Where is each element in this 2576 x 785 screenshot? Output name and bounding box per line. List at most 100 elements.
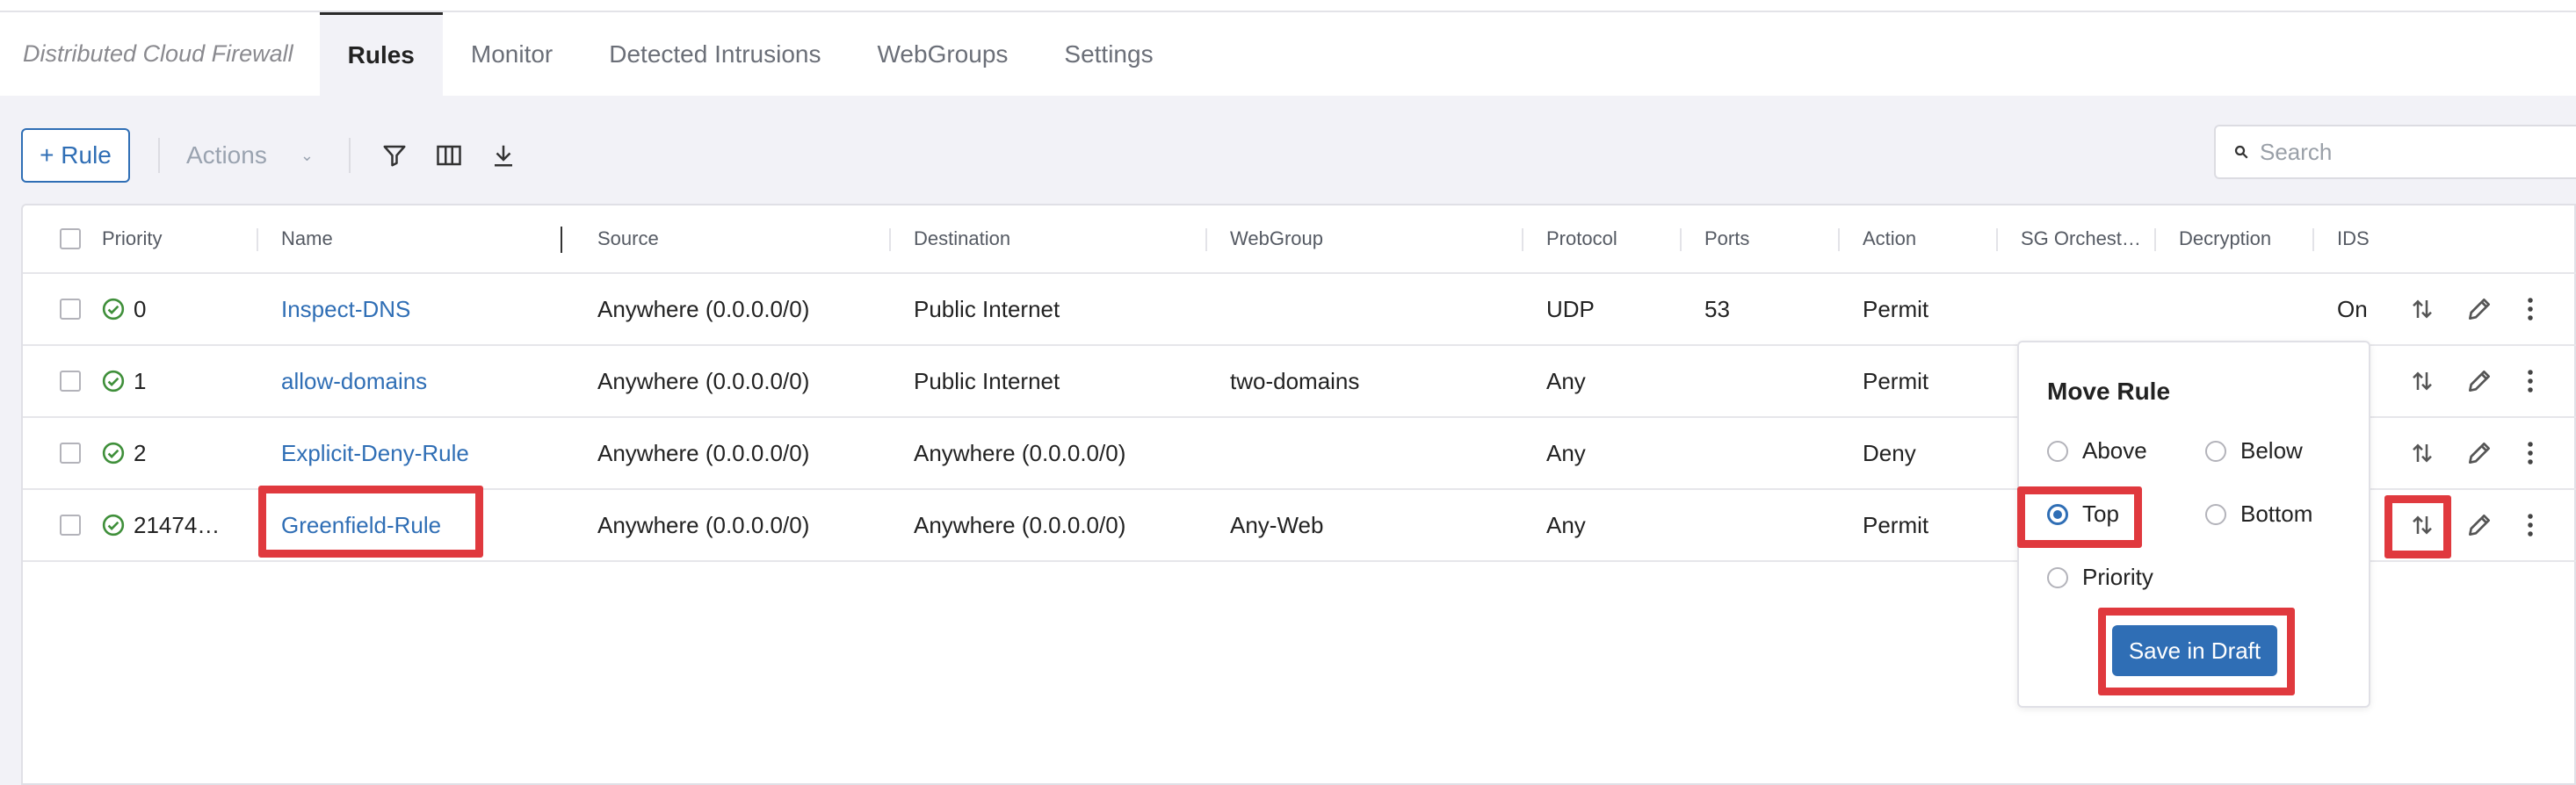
protocol-value: Any bbox=[1546, 511, 1586, 538]
destination-value: Public Internet bbox=[914, 367, 1060, 394]
toolbar-divider bbox=[348, 138, 351, 173]
radio-bottom[interactable]: Bottom bbox=[2205, 501, 2312, 528]
ports-value: 53 bbox=[1704, 295, 1730, 322]
radio-button bbox=[2047, 566, 2068, 588]
ids-value: On bbox=[2337, 295, 2368, 322]
col-name[interactable]: Name bbox=[281, 205, 333, 272]
destination-value: Anywhere (0.0.0.0/0) bbox=[914, 511, 1126, 538]
source-value: Anywhere (0.0.0.0/0) bbox=[597, 295, 810, 322]
move-rule-icon[interactable] bbox=[2409, 274, 2435, 344]
top-border bbox=[0, 0, 2576, 12]
destination-value: Anywhere (0.0.0.0/0) bbox=[914, 439, 1126, 466]
action-value: Permit bbox=[1863, 367, 1929, 394]
source-value: Anywhere (0.0.0.0/0) bbox=[597, 511, 810, 538]
table-row[interactable]: 0 Inspect-DNS Anywhere (0.0.0.0/0) Publi… bbox=[23, 274, 2576, 346]
columns-icon[interactable] bbox=[431, 138, 467, 173]
column-resize-handle[interactable] bbox=[561, 227, 562, 253]
tab-monitor[interactable]: Monitor bbox=[443, 12, 581, 96]
top-nav: Distributed Cloud Firewall Rules Monitor… bbox=[0, 12, 2576, 96]
col-ports[interactable]: Ports bbox=[1704, 205, 1749, 272]
edit-icon[interactable] bbox=[2465, 490, 2493, 560]
download-icon[interactable] bbox=[486, 138, 521, 173]
column-divider bbox=[2154, 228, 2156, 251]
search-icon bbox=[2234, 145, 2248, 159]
tab-settings[interactable]: Settings bbox=[1036, 12, 1181, 96]
column-divider bbox=[1522, 228, 1523, 251]
actions-label: Actions bbox=[186, 141, 267, 169]
select-all-checkbox[interactable] bbox=[60, 228, 81, 249]
webgroup-value: two-domains bbox=[1230, 367, 1360, 394]
chevron-down-icon: ⌄ bbox=[300, 146, 314, 164]
tab-webgroups[interactable]: WebGroups bbox=[850, 12, 1037, 96]
radio-label: Bottom bbox=[2240, 501, 2313, 527]
check-circle-icon bbox=[102, 370, 125, 392]
table-header: Priority Name Source Destination WebGrou… bbox=[23, 205, 2576, 274]
col-source[interactable]: Source bbox=[597, 205, 659, 272]
action-value: Permit bbox=[1863, 295, 1929, 322]
col-decryption[interactable]: Decryption bbox=[2179, 205, 2271, 272]
tab-rules[interactable]: Rules bbox=[319, 12, 443, 96]
column-divider bbox=[2312, 228, 2314, 251]
col-priority[interactable]: Priority bbox=[102, 205, 162, 272]
highlight-box bbox=[258, 486, 483, 558]
more-vertical-icon[interactable] bbox=[2525, 274, 2536, 344]
col-action[interactable]: Action bbox=[1863, 205, 1916, 272]
column-divider bbox=[1996, 228, 1998, 251]
search-placeholder: Search bbox=[2260, 138, 2333, 165]
actions-dropdown[interactable]: Actions ⌄ bbox=[186, 141, 314, 169]
more-vertical-icon[interactable] bbox=[2525, 490, 2536, 560]
radio-label: Above bbox=[2082, 437, 2147, 464]
radio-label: Below bbox=[2240, 437, 2303, 464]
col-ids[interactable]: IDS bbox=[2337, 205, 2370, 272]
col-webgroup[interactable]: WebGroup bbox=[1230, 205, 1323, 272]
col-sg-orchestration[interactable]: SG Orchest… bbox=[2021, 205, 2141, 272]
radio-above[interactable]: Above bbox=[2047, 437, 2147, 465]
radio-priority[interactable]: Priority bbox=[2047, 564, 2153, 591]
priority-value: 0 bbox=[134, 295, 147, 322]
add-rule-button[interactable]: + Rule bbox=[21, 128, 130, 183]
rule-name-link[interactable]: allow-domains bbox=[281, 346, 427, 416]
column-divider bbox=[257, 228, 258, 251]
priority-value: 1 bbox=[134, 367, 147, 394]
tab-detected-intrusions[interactable]: Detected Intrusions bbox=[581, 12, 849, 96]
highlight-box bbox=[2384, 495, 2451, 558]
column-divider bbox=[1205, 228, 1207, 251]
toolbar-divider bbox=[158, 138, 160, 173]
move-rule-icon[interactable] bbox=[2409, 418, 2435, 488]
col-destination[interactable]: Destination bbox=[914, 205, 1010, 272]
protocol-value: UDP bbox=[1546, 295, 1595, 322]
highlight-box bbox=[2017, 486, 2142, 548]
edit-icon[interactable] bbox=[2465, 346, 2493, 416]
rule-name-link[interactable]: Inspect-DNS bbox=[281, 274, 410, 344]
rule-name-link[interactable]: Explicit-Deny-Rule bbox=[281, 418, 469, 488]
check-circle-icon bbox=[102, 442, 125, 465]
row-checkbox[interactable] bbox=[60, 299, 81, 320]
priority-value: 2 bbox=[134, 439, 147, 466]
action-value: Permit bbox=[1863, 511, 1929, 538]
move-rule-icon[interactable] bbox=[2409, 346, 2435, 416]
more-vertical-icon[interactable] bbox=[2525, 418, 2536, 488]
protocol-value: Any bbox=[1546, 439, 1586, 466]
radio-button bbox=[2205, 440, 2226, 462]
row-checkbox[interactable] bbox=[60, 443, 81, 464]
app-title: Distributed Cloud Firewall bbox=[23, 40, 293, 67]
filter-icon[interactable] bbox=[377, 138, 412, 173]
row-checkbox[interactable] bbox=[60, 515, 81, 536]
toolbar: + Rule Actions ⌄ bbox=[21, 128, 2576, 183]
search-input[interactable]: Search bbox=[2214, 125, 2576, 179]
radio-button bbox=[2047, 440, 2068, 462]
more-vertical-icon[interactable] bbox=[2525, 346, 2536, 416]
col-protocol[interactable]: Protocol bbox=[1546, 205, 1617, 272]
priority-value: 21474… bbox=[134, 511, 221, 538]
protocol-value: Any bbox=[1546, 367, 1586, 394]
column-divider bbox=[1680, 228, 1682, 251]
webgroup-value: Any-Web bbox=[1230, 511, 1324, 538]
source-value: Anywhere (0.0.0.0/0) bbox=[597, 367, 810, 394]
column-divider bbox=[1838, 228, 1840, 251]
radio-below[interactable]: Below bbox=[2205, 437, 2303, 465]
check-circle-icon bbox=[102, 514, 125, 537]
row-checkbox[interactable] bbox=[60, 371, 81, 392]
action-value: Deny bbox=[1863, 439, 1916, 466]
edit-icon[interactable] bbox=[2465, 274, 2493, 344]
edit-icon[interactable] bbox=[2465, 418, 2493, 488]
